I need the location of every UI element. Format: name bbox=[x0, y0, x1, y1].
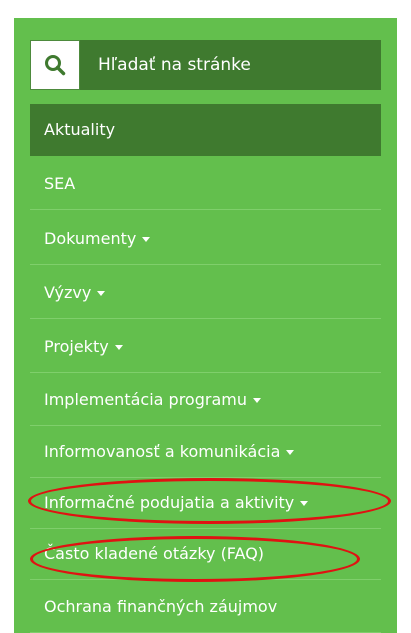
nav-item-informacne-podujatia-a-aktivity[interactable]: Informačné podujatia a aktivity bbox=[30, 477, 381, 529]
nav-item-vyzvy[interactable]: Výzvy bbox=[30, 267, 381, 319]
caret-down-icon bbox=[114, 345, 123, 350]
nav-item-ochrana-financnych-zaujmov[interactable]: Ochrana finančných záujmov bbox=[30, 581, 381, 633]
nav-item-faq[interactable]: Často kladené otázky (FAQ) bbox=[30, 528, 381, 580]
caret-down-icon bbox=[97, 291, 106, 296]
nav-item-label: Výzvy bbox=[44, 283, 92, 302]
nav-item-implementacia-programu[interactable]: Implementácia programu bbox=[30, 374, 381, 426]
caret-down-icon bbox=[252, 398, 261, 403]
search-icon bbox=[45, 55, 66, 76]
caret-down-icon bbox=[286, 450, 295, 455]
sidebar-nav-panel: Aktuality SEA Dokumenty Výzvy Projekty I… bbox=[14, 18, 397, 633]
nav-item-label: Ochrana finančných záujmov bbox=[44, 597, 278, 616]
search-button[interactable] bbox=[30, 40, 80, 90]
search-input[interactable] bbox=[80, 40, 381, 90]
nav-item-label: SEA bbox=[44, 174, 76, 193]
caret-down-icon bbox=[300, 501, 309, 506]
nav-item-sea[interactable]: SEA bbox=[30, 158, 381, 210]
nav-item-label: Projekty bbox=[44, 337, 109, 356]
nav-item-label: Často kladené otázky (FAQ) bbox=[44, 544, 265, 563]
nav-item-label: Informovanosť a komunikácia bbox=[44, 442, 281, 461]
nav-item-aktuality[interactable]: Aktuality bbox=[30, 104, 381, 156]
nav-item-projekty[interactable]: Projekty bbox=[30, 321, 381, 373]
nav-item-label: Dokumenty bbox=[44, 229, 137, 248]
nav-item-label: Informačné podujatia a aktivity bbox=[44, 493, 295, 512]
nav-item-informovanost-a-komunikacia[interactable]: Informovanosť a komunikácia bbox=[30, 426, 381, 478]
nav-item-dokumenty[interactable]: Dokumenty bbox=[30, 213, 381, 265]
search-bar bbox=[30, 40, 381, 90]
nav-item-label: Aktuality bbox=[44, 120, 116, 139]
nav-item-label: Implementácia programu bbox=[44, 390, 247, 409]
caret-down-icon bbox=[142, 237, 151, 242]
